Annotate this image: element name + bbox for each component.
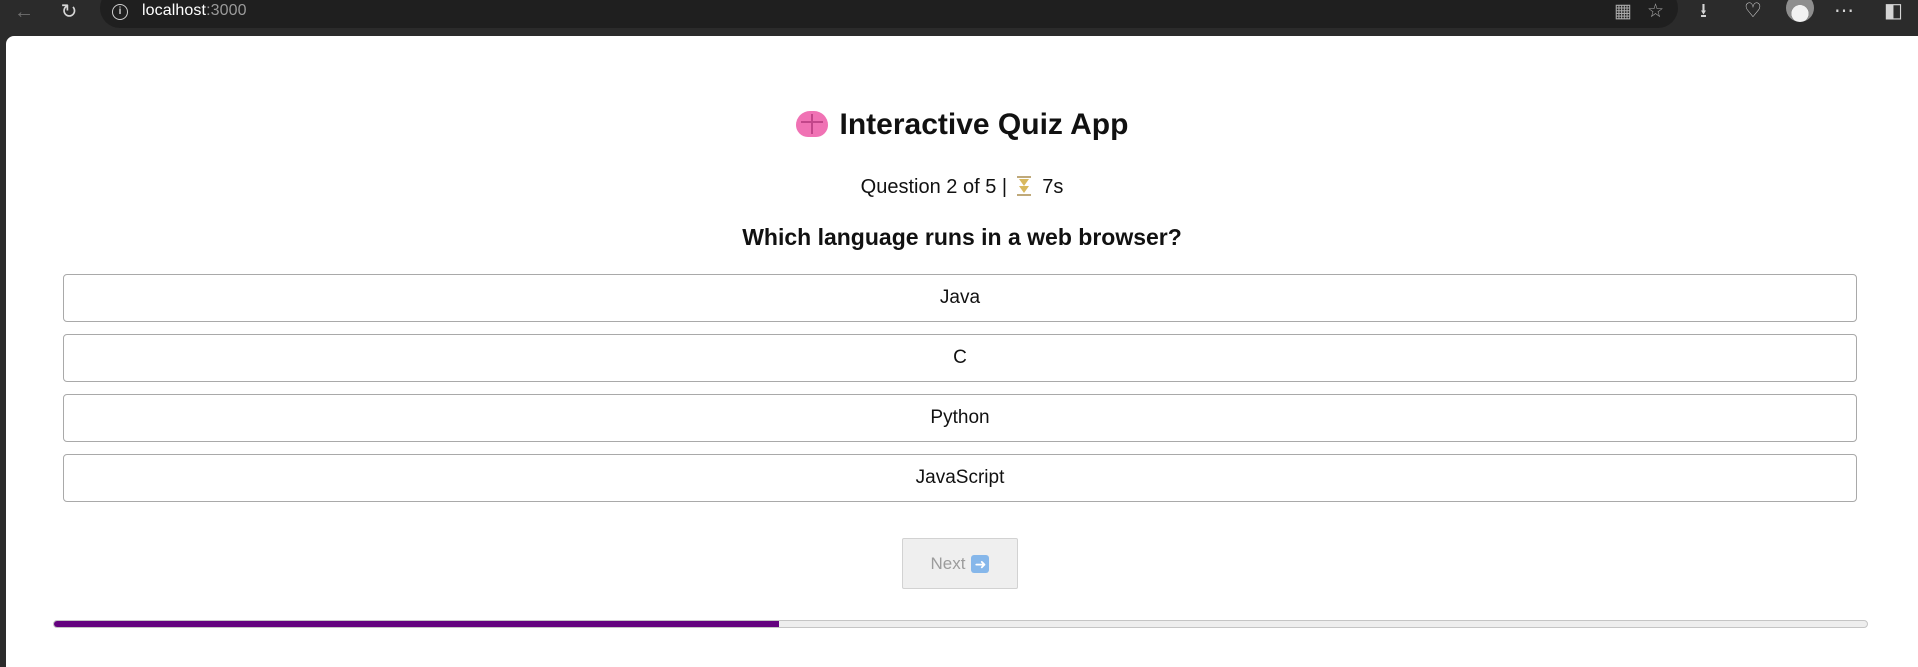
quiz-progress-bar — [53, 620, 1868, 628]
url-port: :3000 — [206, 2, 247, 19]
health-icon[interactable]: ♡ — [1744, 0, 1762, 22]
answer-option-c[interactable]: C — [63, 334, 1857, 382]
answer-option-javascript[interactable]: JavaScript — [63, 454, 1857, 502]
browser-toolbar: ← ↻ i localhost:3000 ▦ ☆ ⭳ ♡ ⋯ ◧ — [0, 0, 1918, 36]
question-counter: Question 2 of 5 | — [860, 176, 1008, 198]
quiz-progress-fill — [54, 621, 780, 627]
question-status: Question 2 of 5 | 7s — [6, 176, 1918, 199]
split-view-icon[interactable]: ▦ — [1614, 0, 1632, 23]
more-icon[interactable]: ⋯ — [1834, 0, 1854, 22]
question-text: Which language runs in a web browser? — [742, 224, 1182, 250]
address-bar[interactable]: i localhost:3000 ▦ ☆ — [100, 0, 1678, 28]
page-viewport: Interactive Quiz App Question 2 of 5 | 7… — [6, 36, 1918, 667]
info-icon[interactable]: i — [112, 4, 128, 20]
sidebar-icon[interactable]: ◧ — [1884, 0, 1903, 22]
download-icon[interactable]: ⭳ — [1700, 0, 1707, 22]
page-title: Interactive Quiz App — [6, 108, 1918, 142]
url-text[interactable]: localhost:3000 — [142, 2, 247, 20]
timer-value: 7s — [1042, 176, 1064, 198]
answer-option-java[interactable]: Java — [63, 274, 1857, 322]
answer-option-python[interactable]: Python — [63, 394, 1857, 442]
right-arrow-icon: ➜ — [971, 554, 990, 573]
brain-icon — [795, 111, 828, 137]
app-title-text: Interactive Quiz App — [839, 108, 1129, 141]
url-host: localhost — [142, 2, 207, 19]
refresh-icon[interactable]: ↻ — [55, 0, 83, 24]
favorite-star-icon[interactable]: ☆ — [1647, 0, 1664, 23]
next-button[interactable]: Next ➜ — [902, 538, 1018, 589]
profile-avatar[interactable] — [1786, 0, 1814, 22]
next-button-label: Next — [930, 553, 966, 573]
hourglass-icon — [1016, 176, 1031, 196]
back-arrow-icon[interactable]: ← — [10, 0, 38, 24]
